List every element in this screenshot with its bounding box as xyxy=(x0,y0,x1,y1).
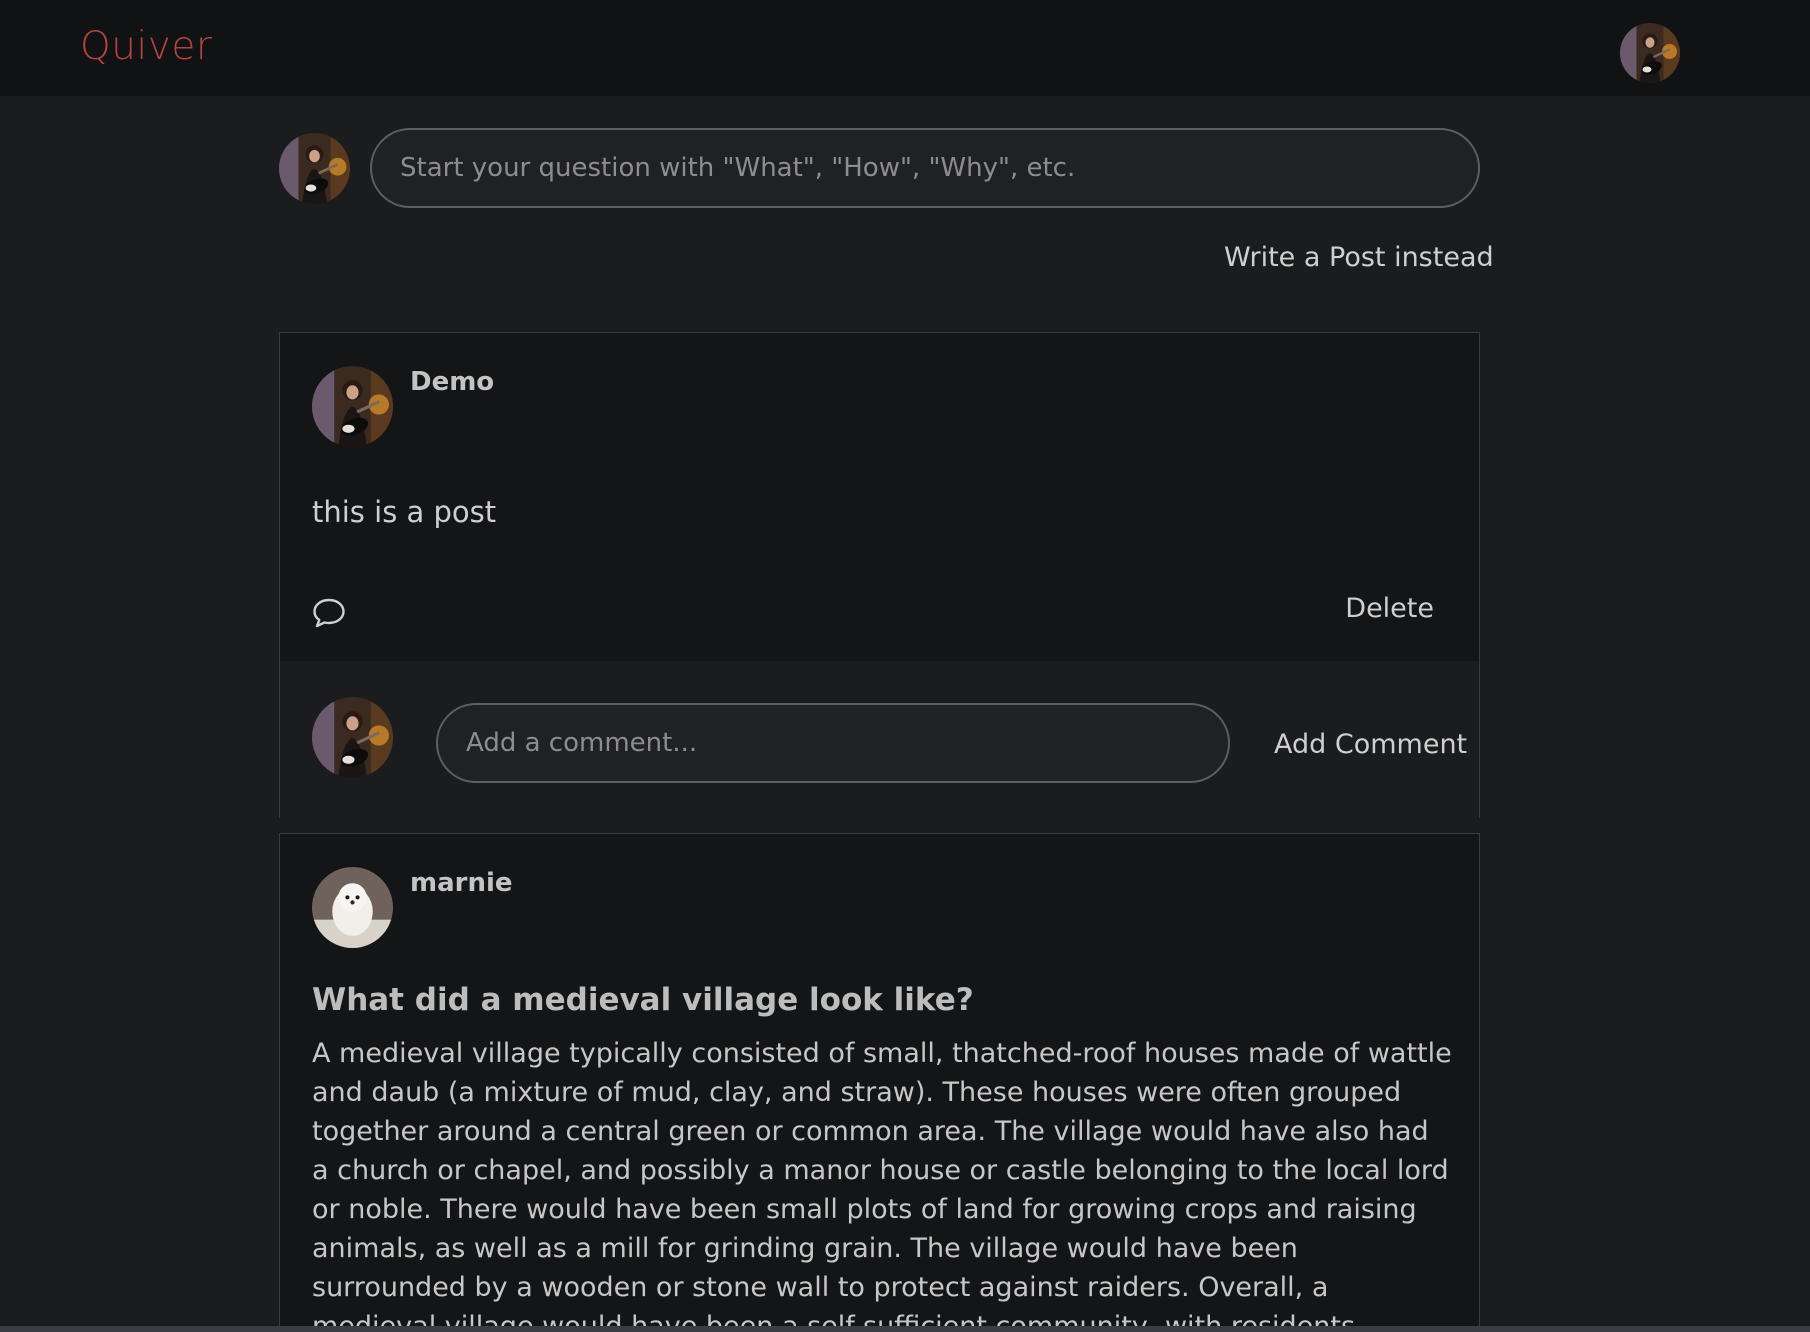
page-bottom-edge xyxy=(0,1326,1810,1332)
question-card: marnie What did a medieval village look … xyxy=(279,833,1480,1332)
commenter-avatar xyxy=(312,697,393,778)
comment-input[interactable] xyxy=(436,703,1230,783)
current-user-avatar xyxy=(279,133,350,204)
post-card: Demo this is a post Delete Add Comment xyxy=(279,332,1480,818)
author-name[interactable]: marnie xyxy=(410,868,513,898)
post-body: this is a post xyxy=(312,495,497,529)
write-post-button[interactable]: Write a Post instead xyxy=(1224,242,1494,273)
ask-question-input[interactable] xyxy=(370,128,1480,208)
author-avatar[interactable] xyxy=(312,366,393,447)
profile-avatar[interactable] xyxy=(1620,23,1680,83)
question-title[interactable]: What did a medieval village look like? xyxy=(312,982,974,1018)
answer-text: A medieval village typically consisted o… xyxy=(312,1038,1452,1332)
top-navbar: Quiver xyxy=(0,0,1810,96)
author-name[interactable]: Demo xyxy=(410,367,494,397)
add-comment-button[interactable]: Add Comment xyxy=(1274,729,1467,760)
app-logo[interactable]: Quiver xyxy=(80,24,212,69)
delete-button[interactable]: Delete xyxy=(1345,593,1434,624)
speech-bubble-icon[interactable] xyxy=(312,597,346,629)
author-avatar[interactable] xyxy=(312,867,393,948)
